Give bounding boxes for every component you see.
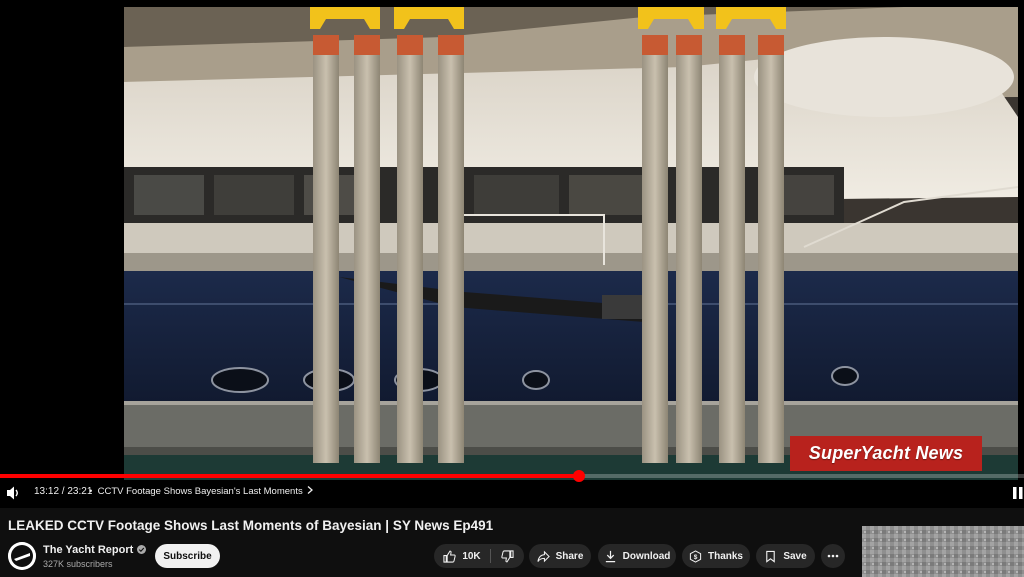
thanks-dollar-icon: $ xyxy=(689,549,702,563)
thanks-label: Thanks xyxy=(707,550,743,562)
chapter-title-button[interactable]: • CCTV Footage Shows Bayesian's Last Mom… xyxy=(89,486,313,497)
svg-text:$: $ xyxy=(694,553,698,560)
subscriber-count: 327K subscribers xyxy=(43,559,113,569)
save-button[interactable]: Save xyxy=(756,544,815,568)
download-button[interactable]: Download xyxy=(598,544,676,568)
download-label: Download xyxy=(622,550,671,562)
share-arrow-icon xyxy=(537,550,550,562)
related-video-thumbnail[interactable] xyxy=(862,526,1024,577)
more-horizontal-icon xyxy=(827,554,839,558)
related-video-image xyxy=(862,526,1024,577)
channel-name-text: The Yacht Report xyxy=(43,544,134,556)
subscribe-button[interactable]: Subscribe xyxy=(155,544,220,568)
chapter-bullet: • xyxy=(89,486,93,497)
video-frame[interactable] xyxy=(124,7,1018,480)
download-icon xyxy=(605,550,615,562)
current-time: 13:12 xyxy=(34,486,60,497)
volume-icon[interactable] xyxy=(6,485,20,501)
dislike-button[interactable] xyxy=(491,544,524,568)
save-label: Save xyxy=(783,550,807,562)
share-button[interactable]: Share xyxy=(529,544,591,568)
pause-icon[interactable] xyxy=(1012,486,1024,500)
channel-avatar[interactable] xyxy=(8,542,36,570)
channel-name[interactable]: The Yacht Report xyxy=(43,544,147,556)
video-title: LEAKED CCTV Footage Shows Last Moments o… xyxy=(8,518,494,533)
video-frame-image xyxy=(124,7,1018,480)
thumbs-up-icon xyxy=(443,550,456,563)
more-actions-button[interactable] xyxy=(821,544,845,568)
channel-watermark: SuperYacht News xyxy=(790,436,982,471)
chapter-title: CCTV Footage Shows Bayesian's Last Momen… xyxy=(97,486,303,497)
progress-bar[interactable] xyxy=(0,470,1024,482)
thanks-button[interactable]: $ Thanks xyxy=(682,544,750,568)
thumbs-down-icon xyxy=(501,549,514,562)
player-controls: 13:12 / 23:21 • CCTV Footage Shows Bayes… xyxy=(0,480,1024,506)
like-count: 10K xyxy=(462,550,481,562)
like-dislike-group: 10K xyxy=(434,544,524,568)
video-player[interactable]: SuperYacht News 13:12 / 23:21 • CCTV Foo… xyxy=(0,0,1024,508)
bookmark-icon xyxy=(766,550,776,563)
share-label: Share xyxy=(555,550,584,562)
chevron-right-icon xyxy=(307,486,313,497)
time-display: 13:12 / 23:21 xyxy=(34,486,92,497)
like-button[interactable]: 10K xyxy=(434,544,490,568)
progress-bar-fill xyxy=(0,474,579,478)
verified-check-icon xyxy=(137,545,147,554)
